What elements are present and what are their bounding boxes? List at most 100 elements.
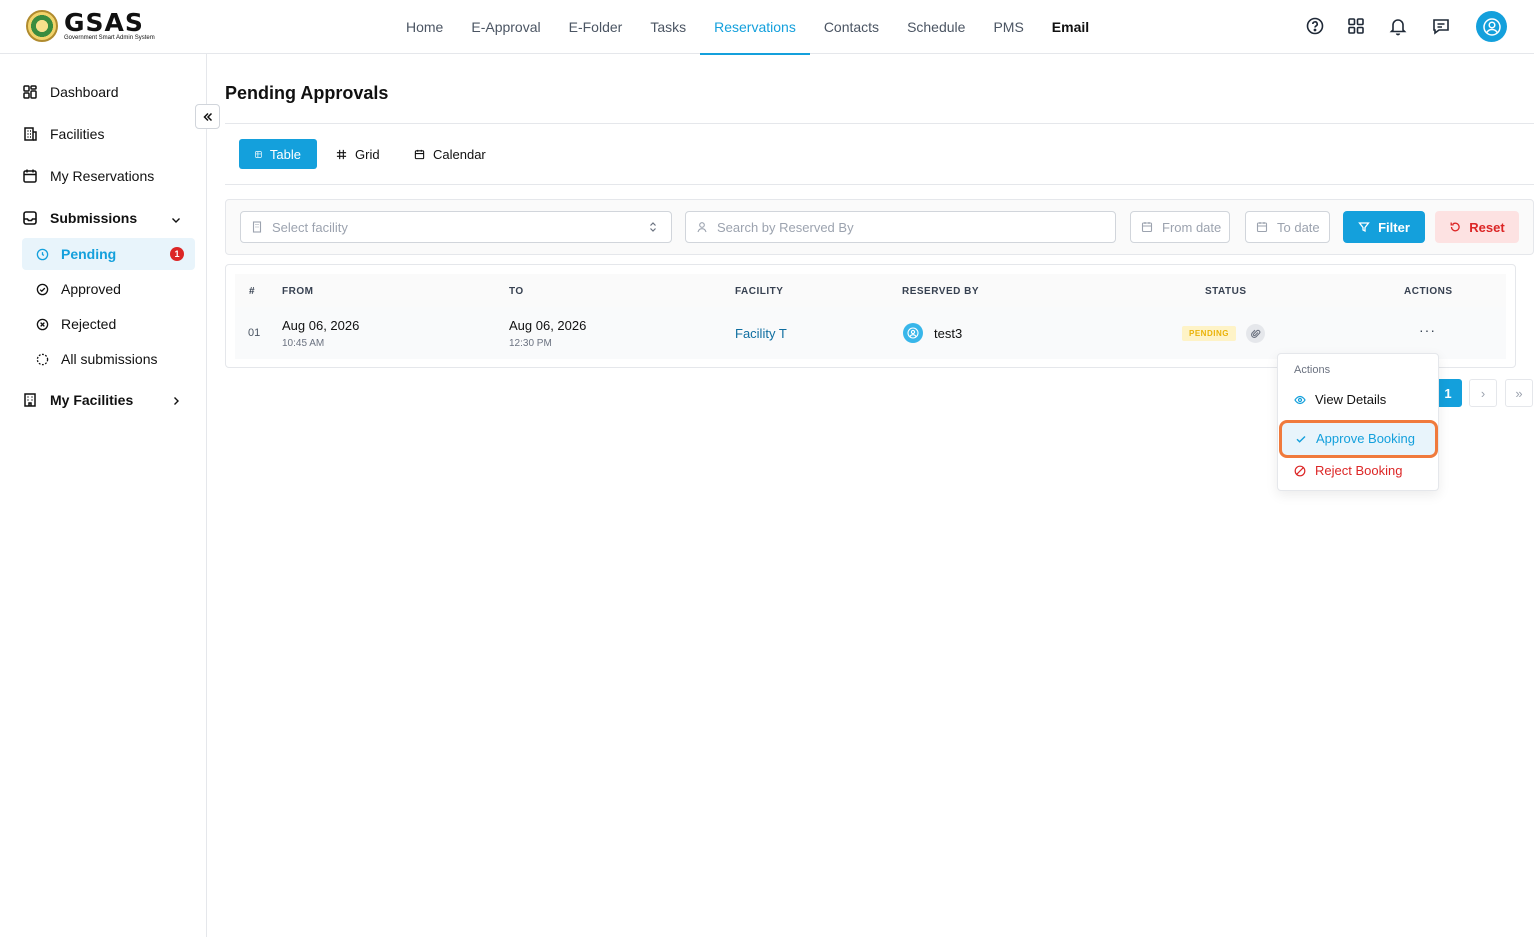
nav-tasks[interactable]: Tasks: [636, 0, 700, 54]
tab-table[interactable]: Table: [239, 139, 317, 169]
user-avatar-icon[interactable]: [1476, 11, 1507, 42]
next-page-button[interactable]: ›: [1469, 379, 1497, 407]
column-header-actions: ACTIONS: [1404, 286, 1453, 297]
sidebar-item-pending[interactable]: Pending 1: [22, 238, 195, 270]
inbox-icon: [23, 211, 37, 225]
nav-e-approval[interactable]: E-Approval: [457, 0, 554, 54]
column-header-reserved-by[interactable]: RESERVED BY: [902, 286, 979, 297]
grid-icon: [336, 149, 347, 159]
calendar-icon: [1256, 222, 1268, 233]
column-header-from[interactable]: FROM: [282, 286, 313, 297]
from-date: Aug 06, 2026: [282, 318, 360, 333]
sidebar-item-submissions[interactable]: Submissions: [22, 210, 187, 226]
collapse-sidebar-button[interactable]: [195, 104, 220, 129]
sidebar-item-facilities[interactable]: Facilities: [22, 126, 104, 142]
nav-e-folder[interactable]: E-Folder: [555, 0, 637, 54]
last-page-button[interactable]: »: [1505, 379, 1533, 407]
sidebar-label-my-facilities: My Facilities: [50, 392, 134, 408]
sidebar-item-my-reservations[interactable]: My Reservations: [22, 168, 154, 184]
chevron-right-icon[interactable]: [170, 395, 182, 407]
approve-booking-row: Approve Booking: [1295, 431, 1415, 446]
to-date-placeholder: To date: [1277, 219, 1320, 235]
page-title: Pending Approvals: [225, 83, 389, 103]
funnel-icon: [1358, 222, 1370, 233]
ban-icon: [1294, 465, 1306, 476]
table-header: [235, 274, 1506, 307]
help-icon[interactable]: [1305, 16, 1325, 36]
row-number: 01: [248, 327, 261, 339]
menu-item-view-details[interactable]: View Details: [1294, 392, 1386, 407]
calendar-icon: [414, 149, 425, 159]
from-date-placeholder: From date: [1162, 219, 1222, 235]
facility-select-placeholder: Select facility: [272, 219, 348, 235]
column-header-to[interactable]: TO: [509, 286, 524, 297]
clock-icon: [36, 248, 49, 260]
nav-pms[interactable]: PMS: [979, 0, 1037, 54]
row-actions-button[interactable]: ···: [1419, 322, 1436, 338]
logo[interactable]: GSAS Government Smart Admin System: [26, 10, 155, 42]
actions-menu-heading: Actions: [1294, 364, 1331, 376]
dashed-circle-icon: [36, 353, 49, 365]
column-header-facility[interactable]: FACILITY: [735, 286, 783, 297]
sidebar: Dashboard Facilities My Reservations Sub…: [0, 54, 207, 937]
sidebar-item-dashboard[interactable]: Dashboard: [22, 84, 119, 100]
menu-item-reject-booking[interactable]: Reject Booking: [1294, 463, 1402, 478]
facility-link[interactable]: Facility T: [735, 326, 787, 341]
tab-grid-label: Grid: [355, 146, 380, 162]
nav-home[interactable]: Home: [392, 0, 457, 54]
table-row[interactable]: [235, 307, 1506, 359]
reject-booking-label: Reject Booking: [1315, 463, 1403, 478]
sidebar-label-pending: Pending: [61, 246, 117, 262]
reserved-by-search-input[interactable]: Search by Reserved By: [685, 211, 1116, 243]
search-placeholder: Search by Reserved By: [717, 219, 854, 235]
logo-title: GSAS: [64, 7, 144, 37]
select-arrows-icon: [650, 222, 656, 232]
tab-calendar-label: Calendar: [433, 146, 486, 162]
sidebar-label-approved: Approved: [61, 281, 121, 297]
building-icon: [24, 393, 36, 407]
nav-contacts[interactable]: Contacts: [810, 0, 893, 54]
divider: [225, 184, 1534, 185]
eye-icon: [1294, 395, 1306, 404]
sidebar-label-dashboard: Dashboard: [50, 84, 119, 100]
view-details-label: View Details: [1315, 392, 1387, 407]
chat-icon[interactable]: [1431, 16, 1451, 36]
column-header-number: #: [249, 286, 256, 297]
top-bar: GSAS Government Smart Admin System Home …: [0, 0, 1534, 55]
paperclip-icon[interactable]: [1246, 324, 1265, 343]
to-date-input[interactable]: To date: [1245, 211, 1330, 243]
from-date-input[interactable]: From date: [1130, 211, 1230, 243]
sidebar-item-rejected[interactable]: Rejected: [22, 308, 195, 340]
bell-icon[interactable]: [1388, 16, 1408, 36]
to-time: 12:30 PM: [509, 338, 552, 349]
calendar-icon: [1141, 222, 1153, 233]
approve-booking-label: Approve Booking: [1316, 431, 1416, 446]
sidebar-item-my-facilities[interactable]: My Facilities: [22, 392, 133, 408]
tab-grid[interactable]: Grid: [320, 139, 396, 169]
filter-button[interactable]: Filter: [1343, 211, 1425, 243]
sidebar-item-approved[interactable]: Approved: [22, 273, 195, 305]
emblem-icon: [26, 10, 58, 42]
divider: [225, 123, 1534, 124]
sidebar-label-rejected: Rejected: [61, 316, 117, 332]
nav-schedule[interactable]: Schedule: [893, 0, 979, 54]
apps-icon[interactable]: [1346, 16, 1366, 36]
tab-calendar[interactable]: Calendar: [398, 139, 502, 169]
sidebar-item-all-submissions[interactable]: All submissions: [22, 343, 195, 375]
user-icon: [697, 222, 707, 233]
chevron-down-icon[interactable]: [170, 214, 182, 226]
column-header-status[interactable]: STATUS: [1205, 286, 1247, 297]
double-chevron-left-icon: [202, 112, 212, 121]
nav-reservations[interactable]: Reservations: [700, 0, 810, 55]
reset-icon: [1450, 222, 1460, 232]
menu-item-approve-booking[interactable]: Approve Booking: [1279, 420, 1438, 458]
reserved-by-name: test3: [934, 326, 963, 341]
sidebar-label-my-reservations: My Reservations: [50, 168, 155, 184]
status-badge: PENDING: [1182, 326, 1236, 341]
from-time: 10:45 AM: [282, 338, 325, 349]
reset-button[interactable]: Reset: [1435, 211, 1519, 243]
logo-subtitle: Government Smart Admin System: [64, 34, 155, 41]
nav-email[interactable]: Email: [1038, 0, 1103, 54]
facility-select[interactable]: Select facility: [240, 211, 672, 243]
tab-table-label: Table: [269, 146, 301, 162]
